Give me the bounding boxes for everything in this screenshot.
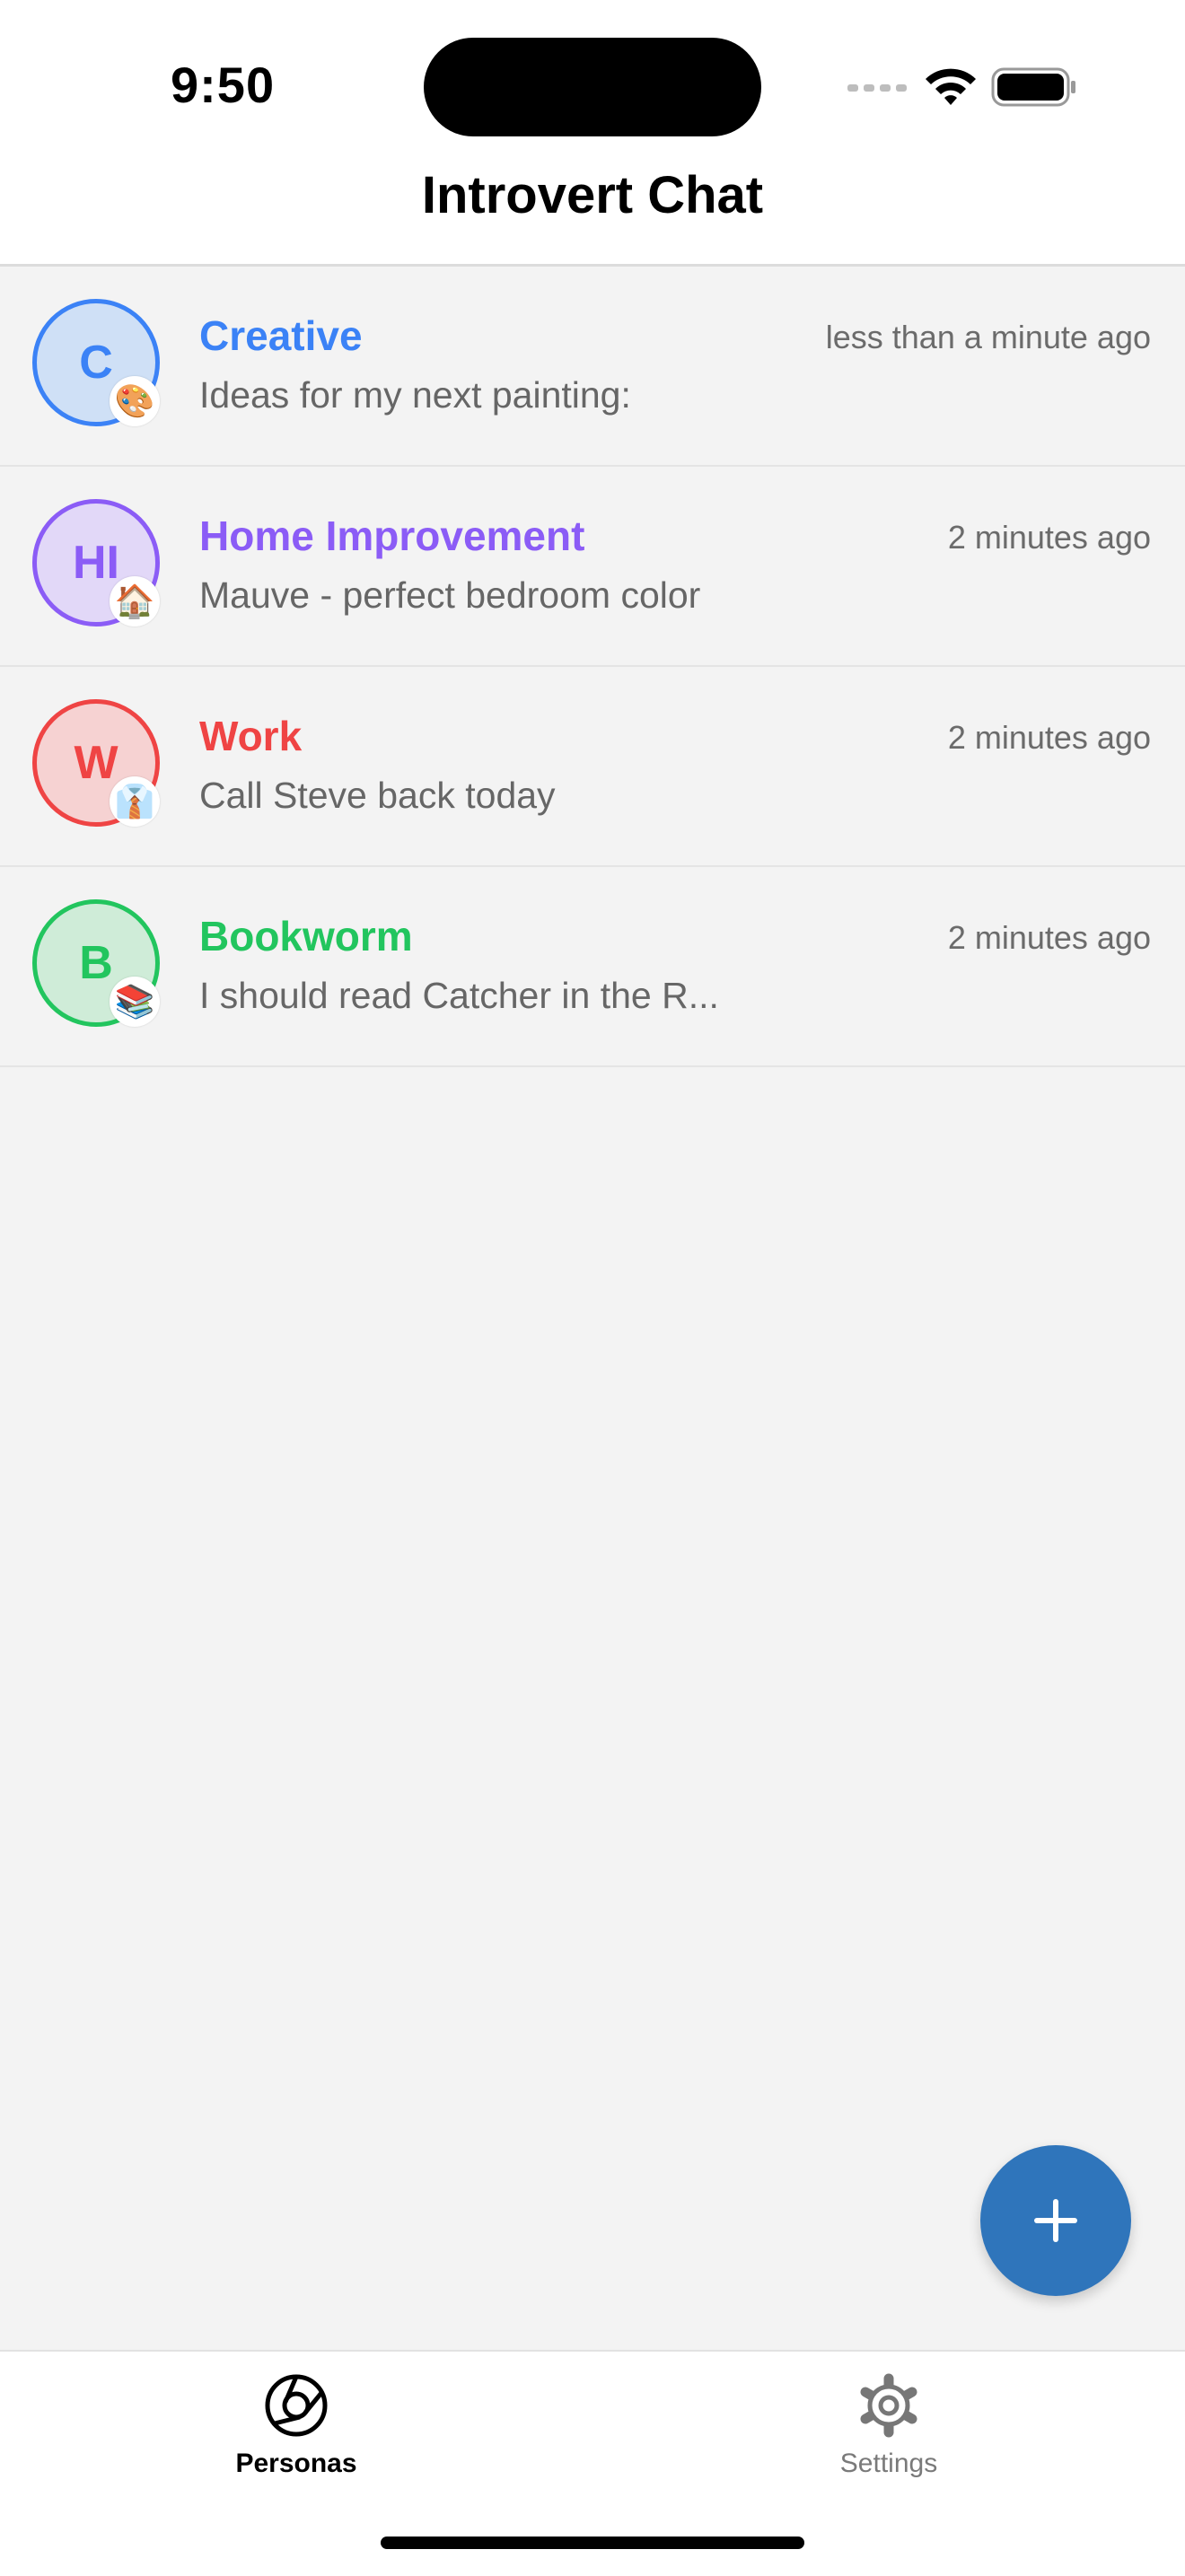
persona-row-creative[interactable]: C 🎨 Creative less than a minute ago Idea… xyxy=(0,267,1185,467)
persona-list: C 🎨 Creative less than a minute ago Idea… xyxy=(0,267,1185,1067)
avatar-initials: W xyxy=(74,737,118,789)
avatar-initials: B xyxy=(79,937,113,989)
persona-name: Creative xyxy=(199,312,363,359)
page-title: Introvert Chat xyxy=(421,166,764,224)
persona-row-bookworm[interactable]: B 📚 Bookworm 2 minutes ago I should read… xyxy=(0,867,1185,1067)
app-header: Introvert Chat xyxy=(0,144,1185,267)
palette-icon: 🎨 xyxy=(110,376,160,426)
dynamic-island xyxy=(424,38,761,136)
persona-preview: Call Steve back today xyxy=(199,775,556,816)
persona-name: Work xyxy=(199,713,303,759)
add-persona-button[interactable] xyxy=(980,2145,1131,2296)
persona-row-home-improvement[interactable]: HI 🏠 Home Improvement 2 minutes ago Mauv… xyxy=(0,467,1185,667)
tab-personas[interactable]: Personas xyxy=(153,2371,440,2479)
tab-personas-label: Personas xyxy=(235,2449,357,2478)
gear-icon xyxy=(860,2373,917,2438)
house-icon: 🏠 xyxy=(110,576,160,626)
tab-settings[interactable]: Settings xyxy=(745,2371,1032,2479)
necktie-icon: 👔 xyxy=(110,776,160,827)
status-time: 9:50 xyxy=(171,57,276,113)
cellular-signal-icon xyxy=(847,84,907,92)
status-bar: 9:50 xyxy=(0,0,1185,144)
persona-timestamp: 2 minutes ago xyxy=(947,919,1151,956)
persona-timestamp: 2 minutes ago xyxy=(947,519,1151,556)
persona-name: Bookworm xyxy=(199,913,413,959)
aperture-icon xyxy=(265,2374,328,2437)
persona-timestamp: less than a minute ago xyxy=(825,319,1151,355)
wifi-icon xyxy=(926,68,976,105)
battery-icon xyxy=(991,67,1075,107)
persona-preview: Ideas for my next painting: xyxy=(199,374,631,416)
plus-icon xyxy=(1034,2199,1077,2242)
home-indicator xyxy=(381,2537,804,2549)
persona-preview: I should read Catcher in the R... xyxy=(199,975,719,1016)
persona-row-work[interactable]: W 👔 Work 2 minutes ago Call Steve back t… xyxy=(0,667,1185,867)
books-icon: 📚 xyxy=(110,977,160,1027)
avatar-initials: C xyxy=(79,337,113,389)
tab-settings-label: Settings xyxy=(839,2449,938,2478)
persona-preview: Mauve - perfect bedroom color xyxy=(199,574,701,616)
status-icons xyxy=(847,65,1077,110)
persona-name: Home Improvement xyxy=(199,513,585,559)
avatar-initials: HI xyxy=(73,537,119,589)
persona-timestamp: 2 minutes ago xyxy=(947,719,1151,756)
